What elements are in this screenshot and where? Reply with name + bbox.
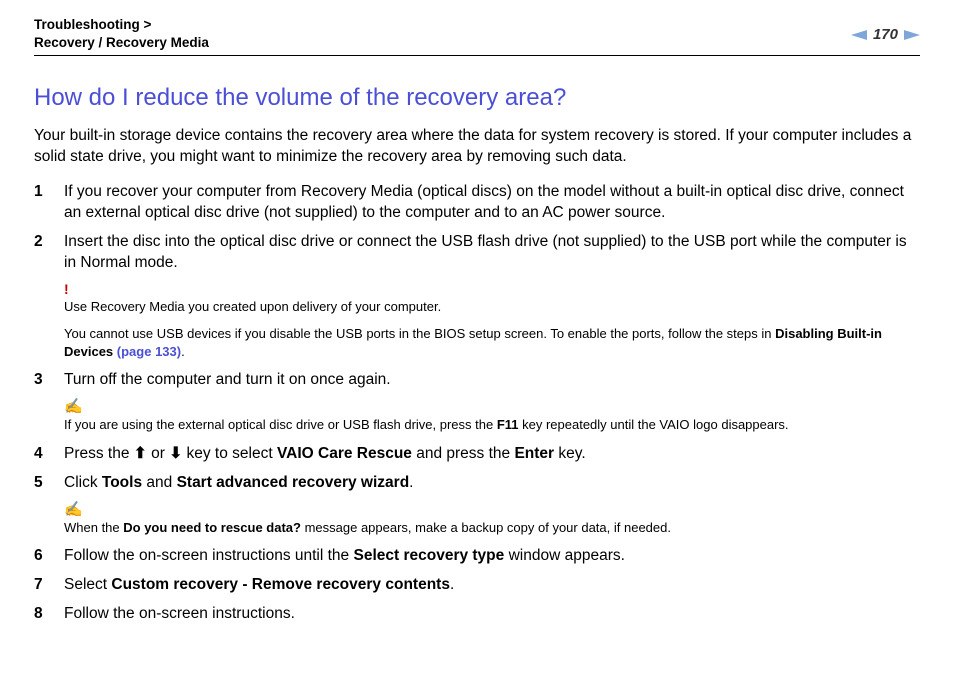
bold-text: VAIO Care Rescue <box>277 445 412 462</box>
step-1: 1 If you recover your computer from Reco… <box>34 182 920 224</box>
pencil-icon: ✍ <box>64 399 920 414</box>
exclamation-icon: ! <box>64 282 920 296</box>
step-number: 5 <box>34 473 64 494</box>
step-number: 2 <box>34 232 64 274</box>
bold-text: Custom recovery - Remove recovery conten… <box>111 576 450 593</box>
note-text: Use Recovery Media you created upon deli… <box>64 298 920 316</box>
text: Follow the on-screen instructions until … <box>64 547 353 564</box>
step-3: 3 Turn off the computer and turn it on o… <box>34 370 920 391</box>
bold-text: Do you need to rescue data? <box>123 520 301 535</box>
tip-note: ✍ If you are using the external optical … <box>64 399 920 434</box>
step-number: 4 <box>34 444 64 465</box>
step-2: 2 Insert the disc into the optical disc … <box>34 232 920 274</box>
step-number: 1 <box>34 182 64 224</box>
note-text-end: . <box>181 344 185 359</box>
step-number: 6 <box>34 546 64 567</box>
page-link[interactable]: (page 133) <box>117 344 181 359</box>
note-text: You cannot use USB devices if you disabl… <box>64 325 920 360</box>
bold-text: Tools <box>102 474 142 491</box>
text: . <box>450 576 454 593</box>
page-title: How do I reduce the volume of the recove… <box>34 84 920 112</box>
step-7: 7 Select Custom recovery - Remove recove… <box>34 575 920 596</box>
breadcrumb: Troubleshooting > Recovery / Recovery Me… <box>34 16 209 51</box>
step-8: 8 Follow the on-screen instructions. <box>34 604 920 625</box>
step-text: If you recover your computer from Recove… <box>64 182 920 224</box>
page-header: Troubleshooting > Recovery / Recovery Me… <box>34 16 920 56</box>
step-text: Follow the on-screen instructions until … <box>64 546 920 567</box>
next-page-arrow-icon[interactable] <box>904 29 920 41</box>
text: . <box>409 474 413 491</box>
key-name: F11 <box>497 417 519 432</box>
text: or <box>147 445 169 462</box>
text: Click <box>64 474 102 491</box>
intro-paragraph: Your built-in storage device contains th… <box>34 126 920 168</box>
tip-end: message appears, make a backup copy of y… <box>301 520 671 535</box>
warning-note: ! Use Recovery Media you created upon de… <box>64 282 920 361</box>
bold-text: Select recovery type <box>353 547 504 564</box>
bold-text: Enter <box>514 445 554 462</box>
step-text: Follow the on-screen instructions. <box>64 604 920 625</box>
page-navigator: 170 <box>851 26 920 43</box>
text: and <box>142 474 176 491</box>
step-text: Insert the disc into the optical disc dr… <box>64 232 920 274</box>
tip-pre: If you are using the external optical di… <box>64 417 497 432</box>
text: key to select <box>182 445 277 462</box>
tip-pre: When the <box>64 520 123 535</box>
step-5: 5 Click Tools and Start advanced recover… <box>34 473 920 494</box>
step-text: Press the ⬆ or ⬇ key to select VAIO Care… <box>64 444 920 465</box>
step-6: 6 Follow the on-screen instructions unti… <box>34 546 920 567</box>
bold-text: Start advanced recovery wizard <box>177 474 410 491</box>
note-text: If you are using the external optical di… <box>64 416 920 434</box>
breadcrumb-line-2: Recovery / Recovery Media <box>34 34 209 52</box>
prev-page-arrow-icon[interactable] <box>851 29 867 41</box>
step-number: 3 <box>34 370 64 391</box>
text: and press the <box>412 445 515 462</box>
text: Press the <box>64 445 134 462</box>
step-text: Select Custom recovery - Remove recovery… <box>64 575 920 596</box>
tip-end: key repeatedly until the VAIO logo disap… <box>519 417 789 432</box>
tip-note: ✍ When the Do you need to rescue data? m… <box>64 502 920 537</box>
page-number: 170 <box>873 26 898 43</box>
pencil-icon: ✍ <box>64 502 920 517</box>
down-arrow-icon: ⬇ <box>169 445 182 462</box>
up-arrow-icon: ⬆ <box>134 445 147 462</box>
step-number: 8 <box>34 604 64 625</box>
step-text: Click Tools and Start advanced recovery … <box>64 473 920 494</box>
text: key. <box>554 445 586 462</box>
step-number: 7 <box>34 575 64 596</box>
note-text: When the Do you need to rescue data? mes… <box>64 519 920 537</box>
text: Select <box>64 576 111 593</box>
text: window appears. <box>504 547 625 564</box>
step-text: Turn off the computer and turn it on onc… <box>64 370 920 391</box>
note-text-pre: You cannot use USB devices if you disabl… <box>64 326 775 341</box>
step-4: 4 Press the ⬆ or ⬇ key to select VAIO Ca… <box>34 444 920 465</box>
breadcrumb-line-1: Troubleshooting > <box>34 16 209 34</box>
